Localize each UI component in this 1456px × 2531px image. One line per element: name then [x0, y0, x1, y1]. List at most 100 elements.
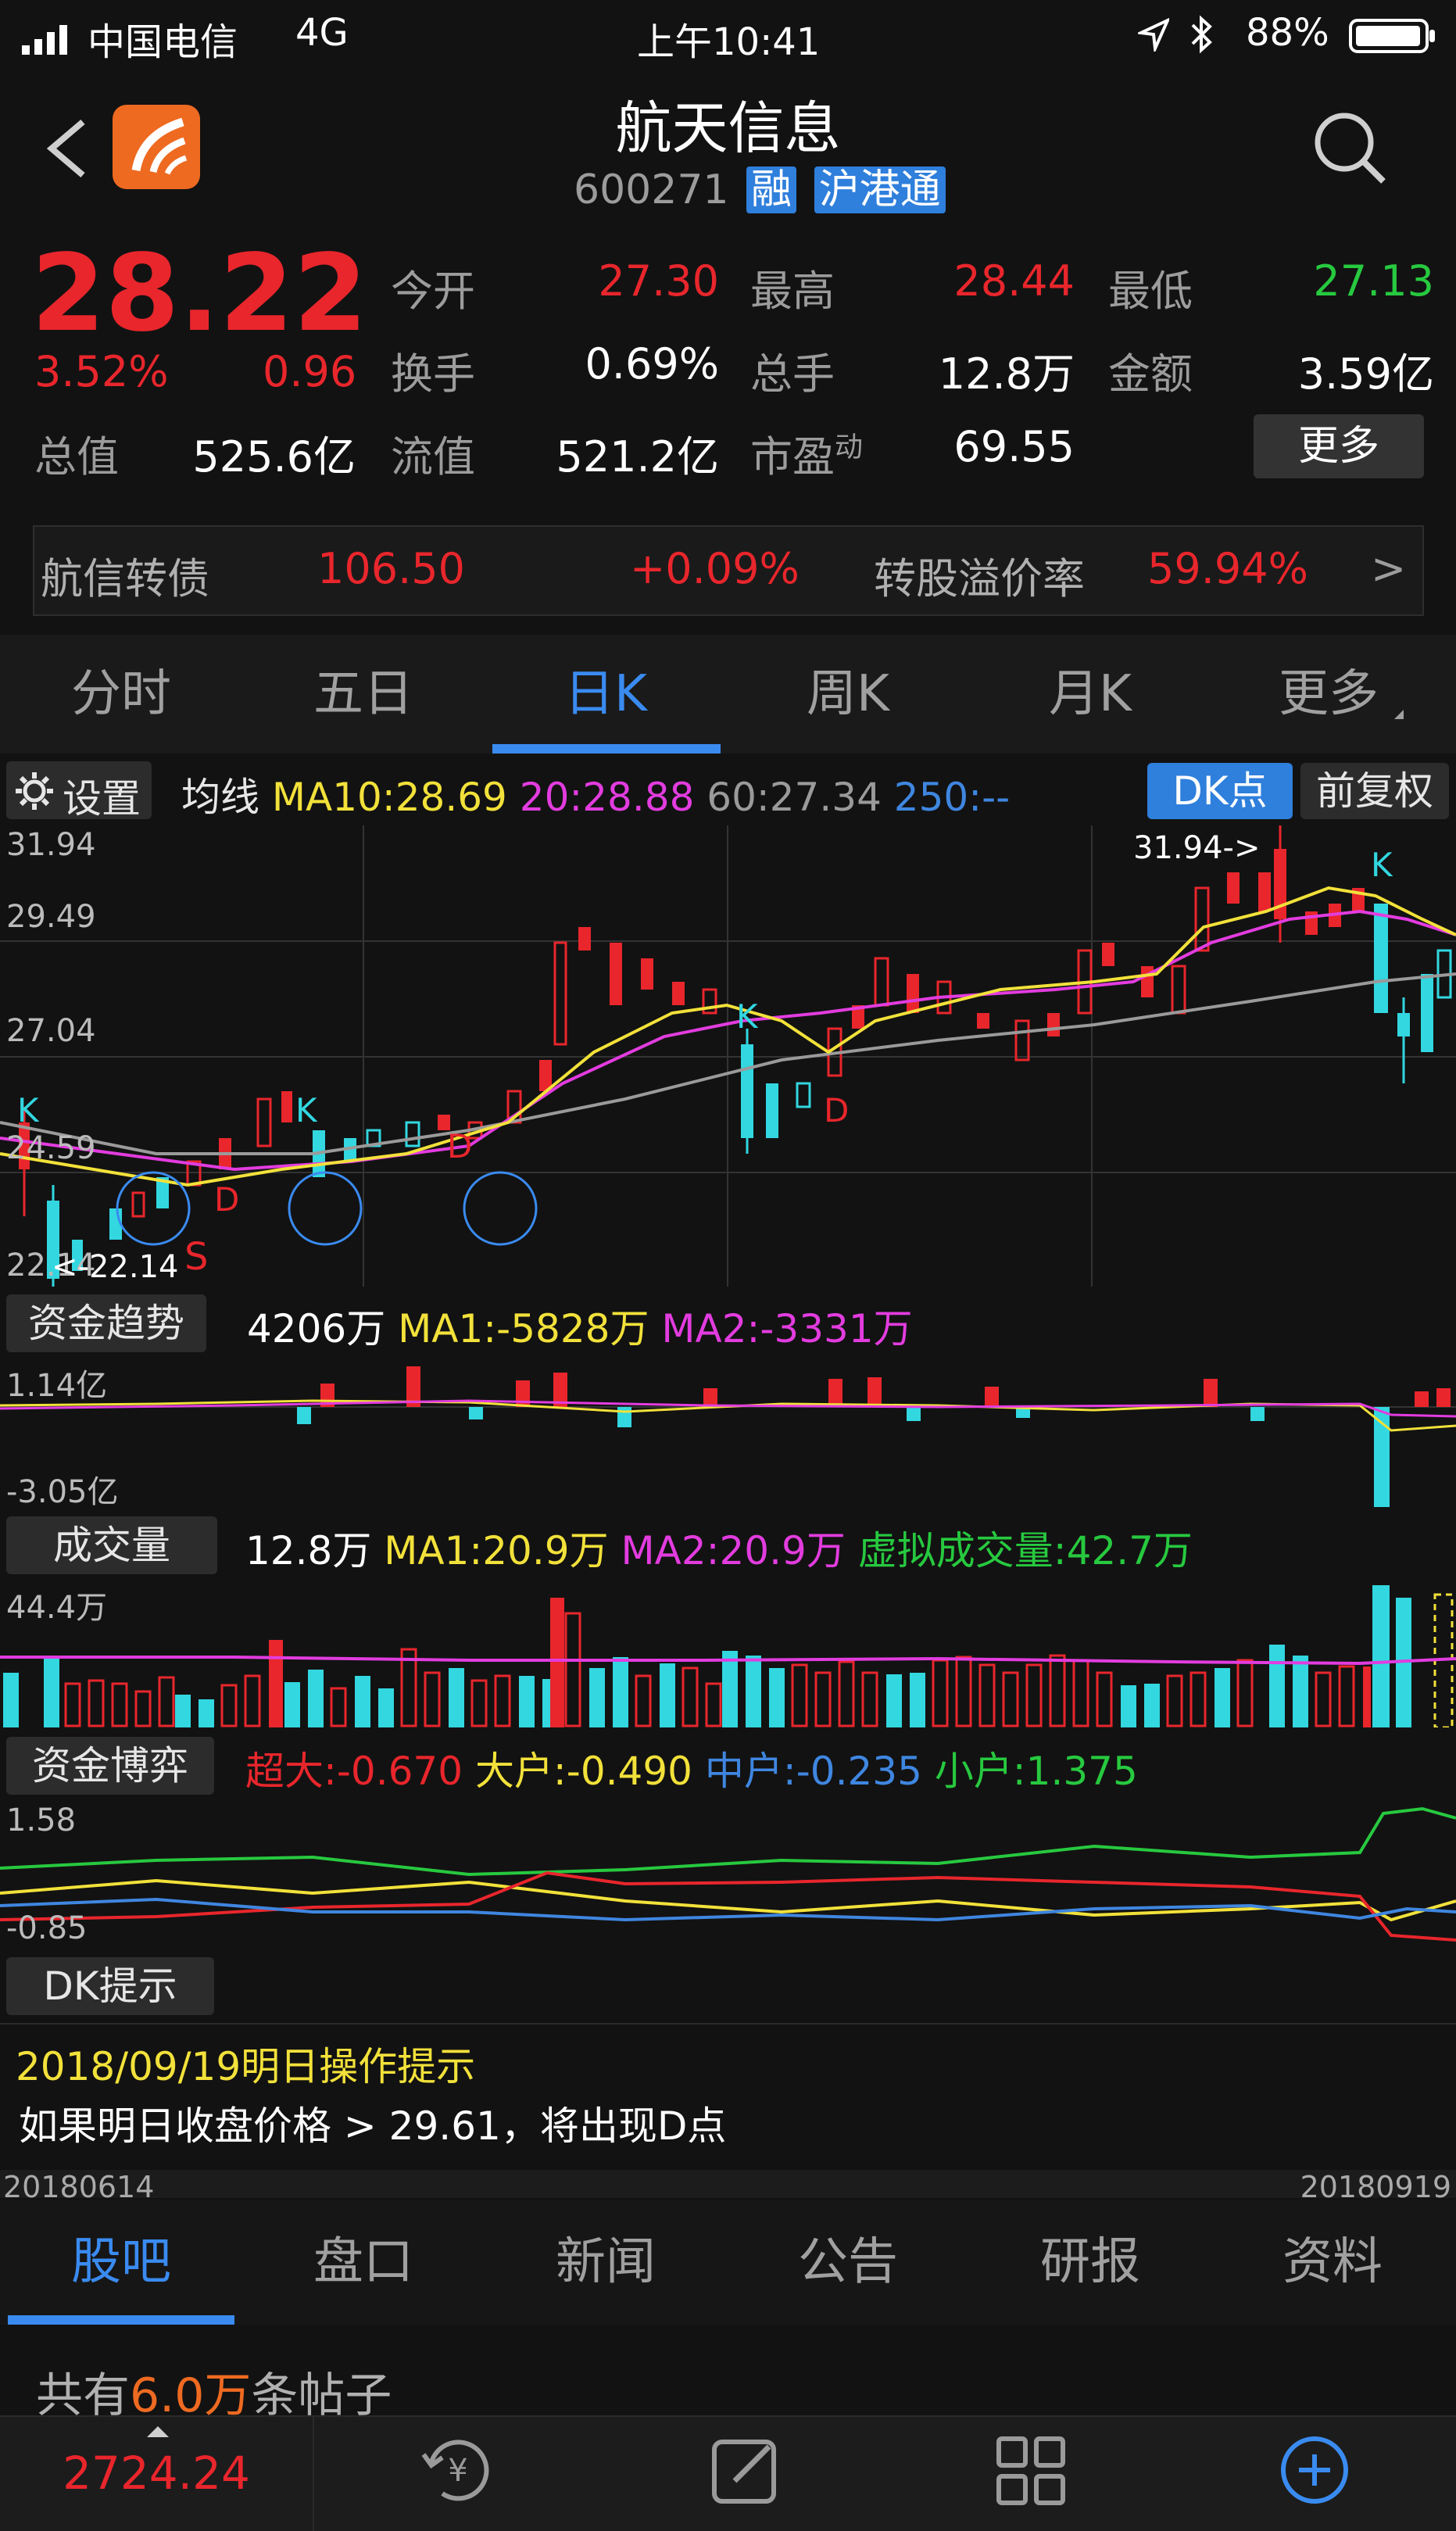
bond-name: 航信转债 — [41, 554, 209, 603]
capital-game-top: 1.58 — [6, 1802, 77, 1838]
amount-label: 金额 — [1108, 349, 1193, 399]
tab-intraday[interactable]: 分时 — [0, 635, 242, 754]
tab-research[interactable]: 研报 — [969, 2200, 1211, 2325]
y-axis-top: 31.94 — [6, 827, 96, 863]
margin-badge: 融 — [746, 166, 797, 213]
open-value: 27.30 — [598, 256, 719, 306]
active-tab-indicator — [492, 744, 721, 754]
bottom-nav: 2724.24 ¥ — [0, 2415, 1456, 2531]
bond-change: +0.09% — [630, 544, 800, 593]
amount-value: 3.59亿 — [1297, 349, 1434, 399]
settings-label: 设置 — [63, 776, 141, 822]
tab-monthly-k[interactable]: 月K — [969, 635, 1211, 754]
bluetooth-icon — [1188, 14, 1215, 55]
dk-point-button[interactable]: DK点 — [1147, 763, 1293, 819]
tab-profile[interactable]: 资料 — [1211, 2200, 1454, 2325]
pe-label-text: 市盈 — [750, 432, 835, 481]
tab-order-book[interactable]: 盘口 — [242, 2200, 485, 2325]
ma10-value: MA10:28.69 — [271, 775, 507, 820]
volume-chart: 44.4万 — [0, 1582, 1456, 1729]
battery-percent: 88% — [1246, 11, 1329, 55]
date-range-bar: 20180614 20180919 — [0, 2170, 1456, 2204]
mktcap-value: 525.6亿 — [192, 432, 356, 481]
tab-forum[interactable]: 股吧 — [0, 2200, 242, 2325]
battery-icon — [1349, 17, 1436, 55]
divider — [0, 2023, 1456, 2024]
float-label: 流值 — [391, 432, 475, 481]
float-value: 521.2亿 — [556, 432, 719, 481]
signal-s: S — [184, 1235, 209, 1279]
ma250-value: 250:-- — [893, 775, 1011, 820]
trade-icon[interactable]: ¥ — [419, 2431, 497, 2509]
signal-d-1: D — [214, 1180, 240, 1219]
ma-legend: 均线 MA10:28.69 20:28.88 60:27.34 250:-- — [181, 766, 1010, 822]
carrier: 中国电信 — [88, 20, 238, 64]
turnover-label: 换手 — [391, 349, 475, 399]
signal-d-2: D — [447, 1127, 473, 1165]
tab-more[interactable]: 更多 — [1211, 635, 1446, 754]
status-bar: 中国电信 4G 上午10:41 88% — [0, 0, 1456, 70]
capital-trend-legend: 4206万 MA1:-5828万 MA2:-3331万 — [247, 1298, 913, 1354]
capital-game-bottom: -0.85 — [6, 1910, 88, 1946]
signal-d-3: D — [824, 1091, 850, 1129]
bond-price: 106.50 — [317, 544, 465, 593]
location-icon — [1135, 16, 1172, 55]
volume-top: 44.4万 — [6, 1590, 108, 1626]
volume-value: 12.8万 — [938, 349, 1075, 399]
min-marker: <-22.14 — [52, 1249, 179, 1285]
content-tabs: 股吧 盘口 新闻 公告 研报 资料 — [0, 2200, 1456, 2325]
high-label: 最高 — [750, 267, 835, 316]
ma20-value: 20:28.88 — [519, 775, 695, 820]
y-axis-2: 29.49 — [6, 899, 96, 935]
small-line — [0, 1806, 1456, 1877]
capital-trend-ma2: MA2:-3331万 — [661, 1306, 913, 1351]
chart-settings-button[interactable]: 设置 — [6, 761, 152, 822]
capital-trend-label[interactable]: 资金趋势 — [6, 1294, 206, 1352]
tab-five-day[interactable]: 五日 — [242, 635, 485, 754]
capital-trend-bottom: -3.05亿 — [6, 1474, 119, 1510]
premium-label: 转股溢价率 — [874, 554, 1085, 603]
volume-panel-label[interactable]: 成交量 — [6, 1516, 217, 1574]
stock-name: 航天信息 — [615, 95, 841, 161]
super-large-value: 超大:-0.670 — [245, 1749, 463, 1794]
tab-daily-k[interactable]: 日K — [485, 635, 727, 754]
connect-badge: 沪港通 — [814, 166, 946, 213]
large-value: 大户:-0.490 — [474, 1749, 692, 1794]
max-marker: 31.94-> — [1133, 830, 1261, 866]
stock-code-row: 600271 融 沪港通 — [574, 156, 946, 213]
stock-code: 600271 — [574, 166, 729, 213]
add-watchlist-icon[interactable] — [1275, 2431, 1354, 2509]
convertible-bond-bar[interactable]: 航信转债 106.50 +0.09% 转股溢价率 59.94% > — [33, 525, 1424, 616]
tab-more-caret-icon — [1394, 710, 1404, 719]
low-value: 27.13 — [1313, 256, 1434, 306]
capital-trend-ma1: MA1:-5828万 — [398, 1306, 649, 1351]
virtual-volume: 虚拟成交量:42.7万 — [857, 1528, 1193, 1573]
bottom-tab-indicator — [8, 2315, 234, 2325]
ma60-value: 60:27.34 — [707, 775, 882, 820]
grid-icon[interactable] — [993, 2433, 1071, 2511]
high-value: 28.44 — [953, 256, 1075, 306]
premium-value: 59.94% — [1147, 544, 1308, 593]
more-button[interactable]: 更多 — [1254, 414, 1424, 478]
capital-game-label[interactable]: 资金博弈 — [6, 1737, 214, 1795]
index-value[interactable]: 2724.24 — [0, 2447, 313, 2500]
tab-news[interactable]: 新闻 — [485, 2200, 727, 2325]
kline-chart[interactable]: 31.94 29.49 27.04 24.59 22.14 31.94-> <-… — [0, 825, 1456, 1287]
compose-icon[interactable] — [707, 2431, 785, 2509]
change-percent: 3.52% — [34, 347, 169, 396]
gear-icon — [16, 772, 53, 810]
ma-label: 均线 — [181, 775, 259, 820]
index-caret-icon — [147, 2426, 169, 2437]
tab-announcements[interactable]: 公告 — [727, 2200, 969, 2325]
tab-weekly-k[interactable]: 周K — [727, 635, 969, 754]
volume-label: 总手 — [750, 349, 835, 399]
adjust-button[interactable]: 前复权 — [1300, 763, 1449, 819]
y-axis-4: 24.59 — [6, 1130, 96, 1166]
open-label: 今开 — [391, 267, 475, 316]
search-icon[interactable] — [1311, 109, 1390, 188]
dk-tip-label: DK提示 — [6, 1957, 214, 2015]
pe-value: 69.55 — [953, 422, 1075, 471]
mktcap-label: 总值 — [34, 432, 119, 481]
nav-separator — [313, 2417, 314, 2531]
volume-ma2: MA2:20.9万 — [621, 1528, 846, 1573]
